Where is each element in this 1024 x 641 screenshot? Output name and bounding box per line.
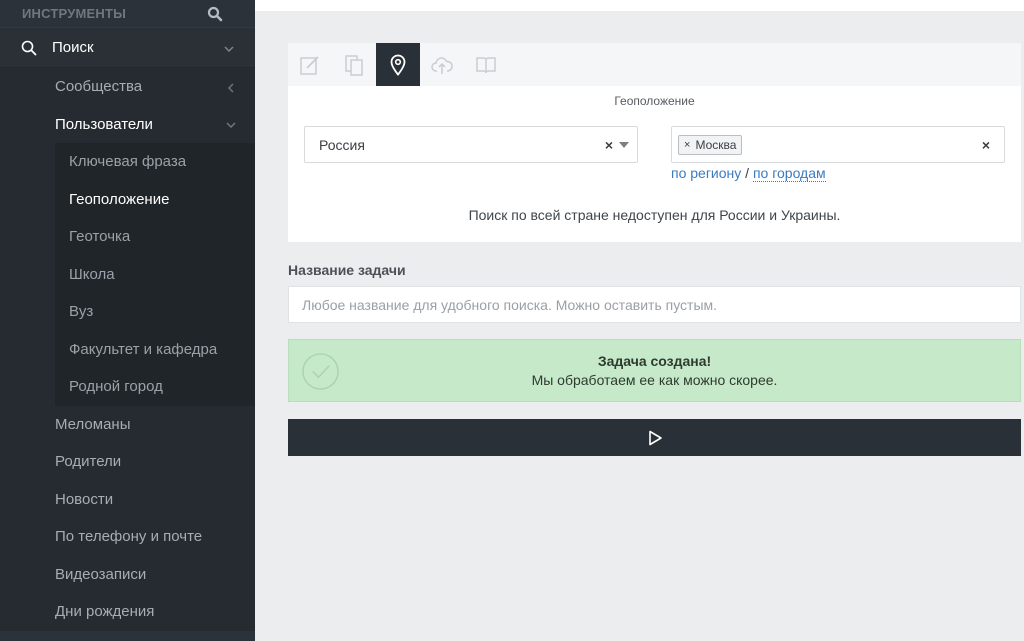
city-tag: × Москва: [678, 134, 743, 155]
tab-upload[interactable]: [420, 43, 464, 86]
sidebar-item-phone-email[interactable]: По телефону и почте: [0, 518, 255, 556]
sidebar-item-label: Поиск: [52, 39, 94, 56]
sidebar-subitem-school[interactable]: Школа: [55, 256, 255, 294]
sidebar-subitem-geopoint[interactable]: Геоточка: [55, 218, 255, 256]
book-icon: [476, 56, 496, 73]
cloud-upload-icon: [431, 56, 453, 74]
sidebar-list: Сообщества Пользователи Ключевая фраза Г…: [0, 68, 255, 631]
top-bar: [255, 0, 1024, 11]
copy-icon: [345, 54, 363, 76]
sidebar-item-birthdays[interactable]: Дни рождения: [0, 593, 255, 631]
link-separator: /: [741, 165, 753, 181]
section-label: Геоположение: [614, 94, 695, 108]
tab-book[interactable]: [464, 43, 508, 86]
alert-text: Задача создана! Мы обработаем ее как мож…: [289, 353, 1020, 388]
alert-title: Задача создана!: [597, 353, 712, 369]
location-selects: Россия × × Москва ×: [304, 126, 1005, 163]
clear-icon[interactable]: ×: [605, 137, 613, 153]
sidebar-item-music-lovers[interactable]: Меломаны: [0, 406, 255, 444]
sidebar: ИНСТРУМЕНТЫ Поиск Сообщества Пользовател…: [0, 0, 255, 641]
tab-edit[interactable]: [288, 43, 332, 86]
sidebar-subitem-faculty[interactable]: Факультет и кафедра: [55, 331, 255, 369]
search-icon: [20, 39, 38, 57]
sidebar-item-label: Меломаны: [55, 415, 131, 433]
sidebar-item-label: По телефону и почте: [55, 528, 203, 546]
notice-text: Поиск по всей стране недоступен для Росс…: [468, 207, 841, 223]
sidebar-submenu-users: Ключевая фраза Геоположение Геоточка Шко…: [55, 143, 255, 406]
sidebar-item-label: Родители: [55, 453, 122, 471]
sidebar-item-communities[interactable]: Сообщества: [0, 68, 255, 106]
location-mode-links: по региону / по городам: [671, 165, 826, 182]
edit-icon: [300, 55, 319, 75]
check-circle-icon: [302, 353, 339, 390]
sidebar-item-label: Дни рождения: [55, 603, 155, 621]
caret-down-icon[interactable]: [619, 141, 629, 148]
sidebar-item-label: Пользователи: [55, 115, 153, 133]
city-select[interactable]: × Москва ×: [671, 126, 1005, 163]
play-icon: [648, 430, 662, 445]
map-pin-icon: [390, 54, 406, 76]
tab-geoposition[interactable]: [376, 43, 420, 86]
sidebar-subitem-geoposition[interactable]: Геоположение: [55, 181, 255, 219]
sidebar-item-users[interactable]: Пользователи: [0, 106, 255, 144]
country-select[interactable]: Россия ×: [304, 126, 638, 163]
tag-remove-icon[interactable]: ×: [684, 139, 690, 151]
task-name-input[interactable]: [288, 286, 1021, 323]
sidebar-header: ИНСТРУМЕНТЫ: [0, 0, 255, 27]
city-tag-label: Москва: [695, 137, 737, 152]
sidebar-subitem-hometown[interactable]: Родной город: [55, 368, 255, 406]
chevron-down-icon: [223, 42, 235, 54]
search-icon[interactable]: [207, 6, 223, 22]
sidebar-subitem-keyphrase[interactable]: Ключевая фраза: [55, 143, 255, 181]
run-button[interactable]: [288, 419, 1021, 456]
sidebar-item-label: Новости: [55, 490, 114, 508]
tab-copy[interactable]: [332, 43, 376, 86]
chevron-down-icon: [225, 118, 237, 130]
sidebar-item-label: Видеозаписи: [55, 565, 147, 583]
sidebar-subitem-university[interactable]: Вуз: [55, 293, 255, 331]
geoposition-panel: Геоположение Россия × × Москва × по реги…: [288, 43, 1021, 242]
alert-message: Мы обработаем ее как можно скорее.: [531, 372, 778, 388]
clear-icon[interactable]: ×: [982, 137, 990, 153]
chevron-left-icon: [225, 81, 237, 93]
sidebar-item-label: Сообщества: [55, 78, 143, 96]
link-by-region[interactable]: по региону: [671, 165, 741, 181]
sidebar-title: ИНСТРУМЕНТЫ: [22, 6, 127, 21]
success-alert: Задача создана! Мы обработаем ее как мож…: [288, 339, 1021, 402]
sidebar-item-parents[interactable]: Родители: [0, 443, 255, 481]
tool-tabs: [288, 43, 1021, 86]
task-name-label: Название задачи: [288, 262, 406, 278]
sidebar-item-search[interactable]: Поиск: [0, 27, 255, 68]
link-by-cities[interactable]: по городам: [752, 165, 826, 182]
country-value: Россия: [319, 136, 365, 153]
sidebar-item-videos[interactable]: Видеозаписи: [0, 556, 255, 594]
sidebar-item-news[interactable]: Новости: [0, 481, 255, 519]
